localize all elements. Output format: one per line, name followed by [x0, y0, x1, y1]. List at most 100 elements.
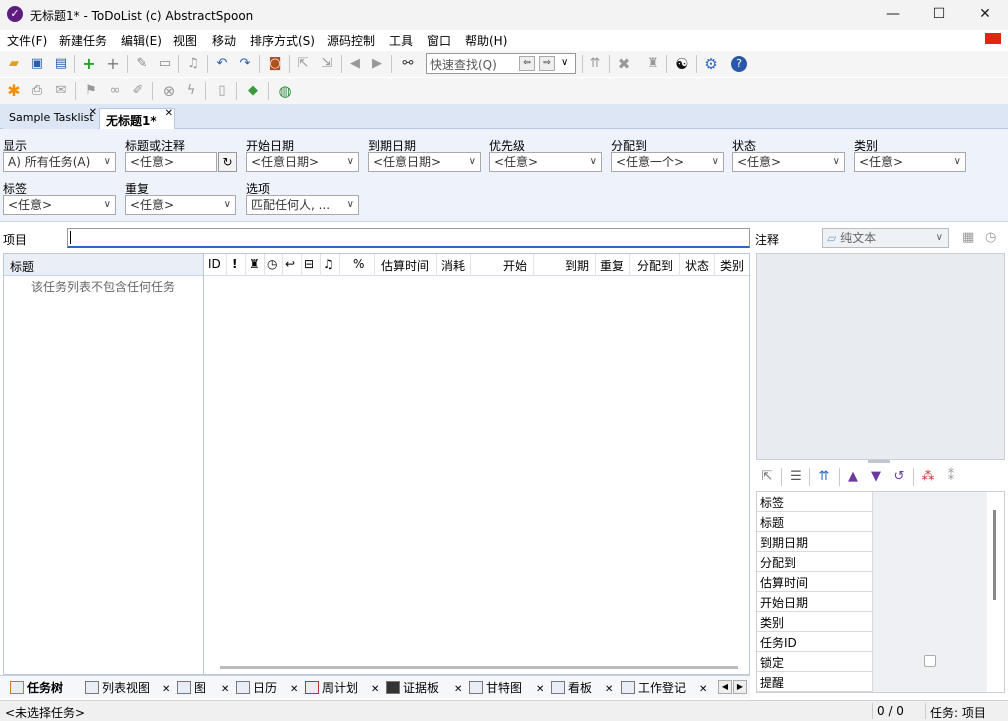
column-status[interactable]: 状态: [685, 257, 709, 274]
locked-checkbox[interactable]: [924, 655, 936, 667]
task-title-input[interactable]: [67, 228, 750, 248]
category-list-icon[interactable]: ☰: [787, 468, 805, 486]
attribute-value[interactable]: [873, 612, 987, 632]
column-estimate[interactable]: 估算时间: [381, 257, 429, 274]
refresh-icon[interactable]: ↻: [218, 152, 237, 172]
edit-text-icon[interactable]: ▭: [156, 55, 174, 73]
brush-icon[interactable]: ✐: [129, 82, 147, 100]
attribute-row-start-date[interactable]: 开始日期: [757, 592, 987, 612]
quick-find-combo[interactable]: 快速查找(Q) ⇦ ⇨ ∨: [426, 53, 576, 74]
scroll-tabs-right-icon[interactable]: ▶: [733, 680, 747, 694]
custom-attributes-icon[interactable]: ⁂: [919, 468, 937, 486]
task-tree-pane[interactable]: 标题 该任务列表不包含任何任务: [3, 253, 204, 675]
filter-assigned-combo[interactable]: <任意一个> ∨: [611, 152, 724, 172]
close-view-icon[interactable]: ✕: [454, 684, 462, 695]
column-time-icon[interactable]: ◷: [267, 257, 277, 271]
clock-icon[interactable]: ◷: [985, 230, 996, 245]
lightning-icon[interactable]: ϟ: [182, 82, 200, 100]
move-up-level-icon[interactable]: ⇱: [294, 55, 312, 73]
menu-new-task[interactable]: 新建任务: [59, 32, 107, 49]
yin-yang-icon[interactable]: ☯: [673, 55, 691, 73]
column-id[interactable]: ID: [208, 257, 221, 271]
tab-untitled[interactable]: 无标题1* ✕: [99, 108, 175, 129]
settings-gear-icon[interactable]: ⚙: [702, 55, 720, 73]
horizontal-scrollbar[interactable]: [220, 666, 738, 669]
view-tab-kanban[interactable]: 看板: [551, 679, 592, 696]
stop-icon[interactable]: ⊗: [160, 82, 178, 100]
star-burst-icon[interactable]: ✱: [5, 82, 23, 100]
attribute-value[interactable]: [873, 592, 987, 612]
arrow-left-icon[interactable]: ◀: [346, 55, 364, 73]
help-icon[interactable]: ?: [731, 56, 747, 72]
close-view-icon[interactable]: ✕: [605, 684, 613, 695]
attribute-value[interactable]: [873, 632, 987, 652]
undo-icon[interactable]: ↶: [213, 55, 231, 73]
close-view-icon[interactable]: ✕: [162, 684, 170, 695]
filter-recurrence-combo[interactable]: <任意> ∨: [125, 195, 236, 215]
view-tab-task-tree[interactable]: 任务树: [10, 679, 63, 696]
arrow-right-icon[interactable]: ▶: [368, 55, 386, 73]
minimize-button[interactable]: —: [870, 0, 916, 30]
delete-icon[interactable]: ✖: [615, 55, 633, 73]
move-down-level-icon[interactable]: ⇲: [318, 55, 336, 73]
scroll-icon[interactable]: ▯: [213, 82, 231, 100]
column-start[interactable]: 开始: [503, 257, 527, 274]
menu-edit[interactable]: 编辑(E): [121, 32, 162, 49]
menu-source-control[interactable]: 源码控制: [327, 32, 375, 49]
reset-arrow-icon[interactable]: ↺: [890, 468, 908, 486]
lock-icon[interactable]: ♜: [644, 55, 662, 73]
filter-priority-combo[interactable]: <任意> ∨: [489, 152, 602, 172]
maximize-button[interactable]: ☐: [916, 0, 962, 30]
close-view-icon[interactable]: ✕: [536, 684, 544, 695]
find-next-icon[interactable]: ⇨: [539, 56, 555, 71]
column-priority[interactable]: !: [232, 257, 237, 271]
attribute-value[interactable]: [873, 552, 987, 572]
column-assigned[interactable]: 分配到: [637, 257, 673, 274]
add-subtask-icon[interactable]: +: [104, 55, 122, 73]
attribute-value[interactable]: [873, 652, 987, 672]
attribute-row-assigned[interactable]: 分配到: [757, 552, 987, 572]
column-reminder-bell-icon[interactable]: ♫: [323, 257, 334, 271]
filter-tags-combo[interactable]: <任意> ∨: [3, 195, 116, 215]
pane-splitter[interactable]: [868, 460, 890, 463]
column-due[interactable]: 到期: [565, 257, 589, 274]
attribute-row-tags[interactable]: 标签: [757, 492, 987, 512]
filter-category-combo[interactable]: <任意> ∨: [854, 152, 966, 172]
calendar-icon[interactable]: ▦: [962, 230, 974, 245]
attribute-value[interactable]: [873, 672, 987, 692]
column-file-icon[interactable]: ⊟: [304, 257, 314, 271]
task-columns-pane[interactable]: ID ! ♜ ◷ ↩ ⊟ ♫ % 估算时间 消耗 开始 到期 重复 分配到 状态…: [204, 253, 750, 675]
bell-icon[interactable]: ♫: [184, 55, 202, 73]
sort-alpha-icon[interactable]: ⇈: [815, 468, 833, 486]
email-icon[interactable]: ✉: [52, 82, 70, 100]
attribute-row-category[interactable]: 类别: [757, 612, 987, 632]
close-view-icon[interactable]: ✕: [221, 684, 229, 695]
globe-icon[interactable]: ◍: [276, 82, 294, 100]
column-recurrence[interactable]: 重复: [600, 257, 624, 274]
filter-show-combo[interactable]: A) 所有任务(A) ∨: [3, 152, 116, 172]
menu-window[interactable]: 窗口: [427, 32, 451, 49]
move-down-icon[interactable]: ▼: [867, 468, 885, 486]
close-view-icon[interactable]: ✕: [371, 684, 379, 695]
center-focus-icon[interactable]: ◙: [266, 55, 284, 73]
save-all-icon[interactable]: ▤: [52, 55, 70, 73]
close-tab-icon[interactable]: ✕: [165, 108, 173, 119]
tab-sample-tasklist[interactable]: Sample Tasklist ✕: [3, 107, 98, 129]
binoculars-icon[interactable]: ⚯: [399, 55, 417, 73]
open-folder-icon[interactable]: ▰: [5, 55, 23, 73]
china-flag-icon[interactable]: [985, 33, 1001, 44]
quick-find-input[interactable]: 快速查找(Q): [430, 56, 497, 73]
edit-pencil-icon[interactable]: ✎: [133, 55, 151, 73]
column-percent[interactable]: %: [353, 257, 364, 271]
view-tab-calendar[interactable]: 日历: [236, 679, 277, 696]
close-tab-icon[interactable]: ✕: [89, 107, 97, 118]
find-previous-icon[interactable]: ⇦: [519, 56, 535, 71]
save-icon[interactable]: ▣: [28, 55, 46, 73]
notes-format-combo[interactable]: ▱ 纯文本 ∨: [822, 228, 949, 248]
menu-file[interactable]: 文件(F): [7, 32, 47, 49]
filter-due-date-combo[interactable]: <任意日期> ∨: [368, 152, 481, 172]
column-dependency-icon[interactable]: ↩: [285, 257, 295, 271]
menu-help[interactable]: 帮助(H): [465, 32, 507, 49]
filter-options-combo[interactable]: 匹配任何人, ... ∨: [246, 195, 359, 215]
view-tab-list[interactable]: 列表视图: [85, 679, 150, 696]
